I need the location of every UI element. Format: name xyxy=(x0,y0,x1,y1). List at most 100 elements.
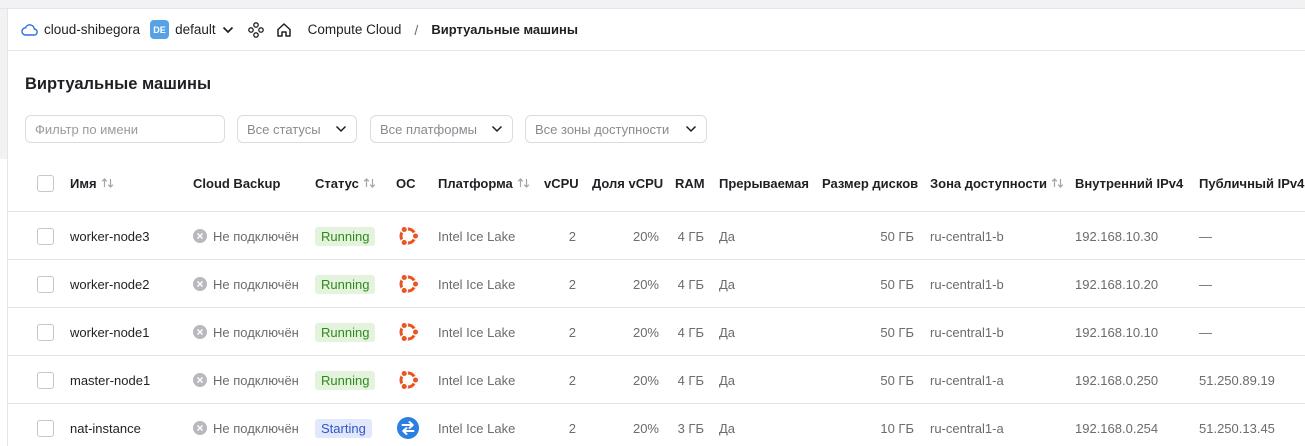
breadcrumb-separator: / xyxy=(414,21,419,38)
services-icon[interactable] xyxy=(247,21,264,38)
backup-status: Не подключён xyxy=(213,276,299,292)
ram: 4 ГБ xyxy=(677,324,704,340)
column-header-label: Зона доступности xyxy=(930,175,1048,191)
vcpu: 2 xyxy=(568,372,576,388)
zone: ru-central1-a xyxy=(930,372,1004,388)
status-cell: Running xyxy=(315,212,376,260)
column-header-preemptible: Прерываемая xyxy=(719,159,809,207)
name-filter-input[interactable] xyxy=(25,115,225,143)
folder-badge: DE xyxy=(150,20,170,39)
cloud-name: cloud-shibegora xyxy=(44,22,141,37)
row-checkbox[interactable] xyxy=(37,323,54,341)
row-checkbox[interactable] xyxy=(37,419,54,437)
column-header-backup: Cloud Backup xyxy=(193,159,280,207)
vm-name[interactable]: master-node1 xyxy=(70,356,150,404)
table-row[interactable]: worker-node3 Не подключён Running Intel Ice… xyxy=(8,211,1305,259)
row-checkbox[interactable] xyxy=(37,275,54,293)
backup-status: Не подключён xyxy=(213,228,299,244)
ubuntu-icon xyxy=(395,223,421,249)
not-connected-icon xyxy=(193,277,207,291)
public-ip: 51.250.13.45 xyxy=(1199,420,1275,436)
os-cell xyxy=(395,308,421,356)
preemptible: Да xyxy=(719,324,736,340)
os-cell xyxy=(395,404,421,446)
side-strip xyxy=(0,9,7,159)
cloud-switcher[interactable]: cloud-shibegora xyxy=(20,21,140,39)
status-badge: Running xyxy=(315,274,376,294)
column-header-label: Публичный IPv4 xyxy=(1199,175,1305,191)
column-header-label: RAM xyxy=(675,175,705,191)
backup-cell: Не подключён xyxy=(193,212,299,260)
vm-name[interactable]: worker-node3 xyxy=(70,212,150,260)
backup-cell: Не подключён xyxy=(193,404,299,446)
public-ip: — xyxy=(1199,324,1212,340)
column-header-label: Имя xyxy=(70,175,97,191)
status-filter-value: Все статусы xyxy=(247,121,321,137)
column-header-name[interactable]: Имя xyxy=(70,159,114,207)
column-header-label: Статус xyxy=(315,175,359,191)
select-all-checkbox[interactable] xyxy=(37,174,54,192)
breadcrumb-current: Виртуальные машины xyxy=(431,22,578,37)
zone: ru-central1-b xyxy=(930,276,1004,292)
platform: Intel Ice Lake xyxy=(438,228,516,244)
column-header-platform[interactable]: Платформа xyxy=(438,159,530,207)
platform-filter-select[interactable]: Все платформы xyxy=(370,115,513,143)
os-cell xyxy=(395,212,421,260)
zone-filter-value: Все зоны доступности xyxy=(535,121,670,137)
row-select-cell xyxy=(37,212,54,260)
row-select-cell xyxy=(37,308,54,356)
vm-name[interactable]: worker-node1 xyxy=(70,308,150,356)
vcpu-share: 20% xyxy=(632,276,659,292)
backup-cell: Не подключён xyxy=(193,260,299,308)
table-row[interactable]: nat-instance Не подключён Starting Intel Ic… xyxy=(8,403,1305,446)
row-select-cell xyxy=(37,356,54,404)
row-checkbox[interactable] xyxy=(37,371,54,389)
vm-name[interactable]: worker-node2 xyxy=(70,260,150,308)
folder-switcher[interactable]: DE default xyxy=(140,20,234,39)
status-badge: Starting xyxy=(315,418,372,438)
table-row[interactable]: worker-node2 Не подключён Running Intel Ice… xyxy=(8,259,1305,307)
row-checkbox[interactable] xyxy=(37,227,54,245)
not-connected-icon xyxy=(193,325,207,339)
platform: Intel Ice Lake xyxy=(438,324,516,340)
ubuntu-icon xyxy=(395,319,421,345)
row-select-cell xyxy=(37,404,54,446)
home-icon[interactable] xyxy=(276,22,292,38)
zone: ru-central1-a xyxy=(930,420,1004,436)
status-filter-select[interactable]: Все статусы xyxy=(237,115,357,143)
sort-icon[interactable] xyxy=(101,177,114,189)
sort-icon[interactable] xyxy=(363,177,376,189)
vcpu-share: 20% xyxy=(632,324,659,340)
table-row[interactable]: master-node1 Не подключён Running Intel Ice… xyxy=(8,355,1305,403)
ram: 4 ГБ xyxy=(677,372,704,388)
vcpu: 2 xyxy=(568,276,576,292)
vm-name[interactable]: nat-instance xyxy=(70,404,141,446)
disk-size: 50 ГБ xyxy=(880,276,914,292)
zone: ru-central1-b xyxy=(930,228,1004,244)
column-header-zone[interactable]: Зона доступности xyxy=(930,159,1064,207)
platform: Intel Ice Lake xyxy=(438,420,516,436)
internal-ip: 192.168.10.10 xyxy=(1075,324,1159,340)
internal-ip: 192.168.10.20 xyxy=(1075,276,1159,292)
breadcrumb-compute-cloud[interactable]: Compute Cloud xyxy=(308,22,402,37)
browser-top-strip xyxy=(0,0,1305,9)
status-cell: Running xyxy=(315,260,376,308)
top-header: cloud-shibegora DE default Compute Cloud… xyxy=(8,9,1305,51)
vcpu-share: 20% xyxy=(632,228,659,244)
backup-status: Не подключён xyxy=(213,324,299,340)
column-header-disk-size: Размер дисков xyxy=(822,159,918,207)
backup-cell: Не подключён xyxy=(193,308,299,356)
preemptible: Да xyxy=(719,420,736,436)
column-header-vcpu-share: Доля vCPU xyxy=(592,159,663,207)
zone-filter-select[interactable]: Все зоны доступности xyxy=(525,115,707,143)
status-badge: Running xyxy=(315,226,376,246)
column-header-os: ОС xyxy=(396,159,416,207)
column-header-status[interactable]: Статус xyxy=(315,159,376,207)
sort-icon[interactable] xyxy=(517,177,530,189)
platform: Intel Ice Lake xyxy=(438,276,516,292)
preemptible: Да xyxy=(719,276,736,292)
table-row[interactable]: worker-node1 Не подключён Running Intel Ice… xyxy=(8,307,1305,355)
sort-icon[interactable] xyxy=(1051,177,1064,189)
column-header-label: Внутренний IPv4 xyxy=(1075,175,1184,191)
disk-size: 50 ГБ xyxy=(880,372,914,388)
